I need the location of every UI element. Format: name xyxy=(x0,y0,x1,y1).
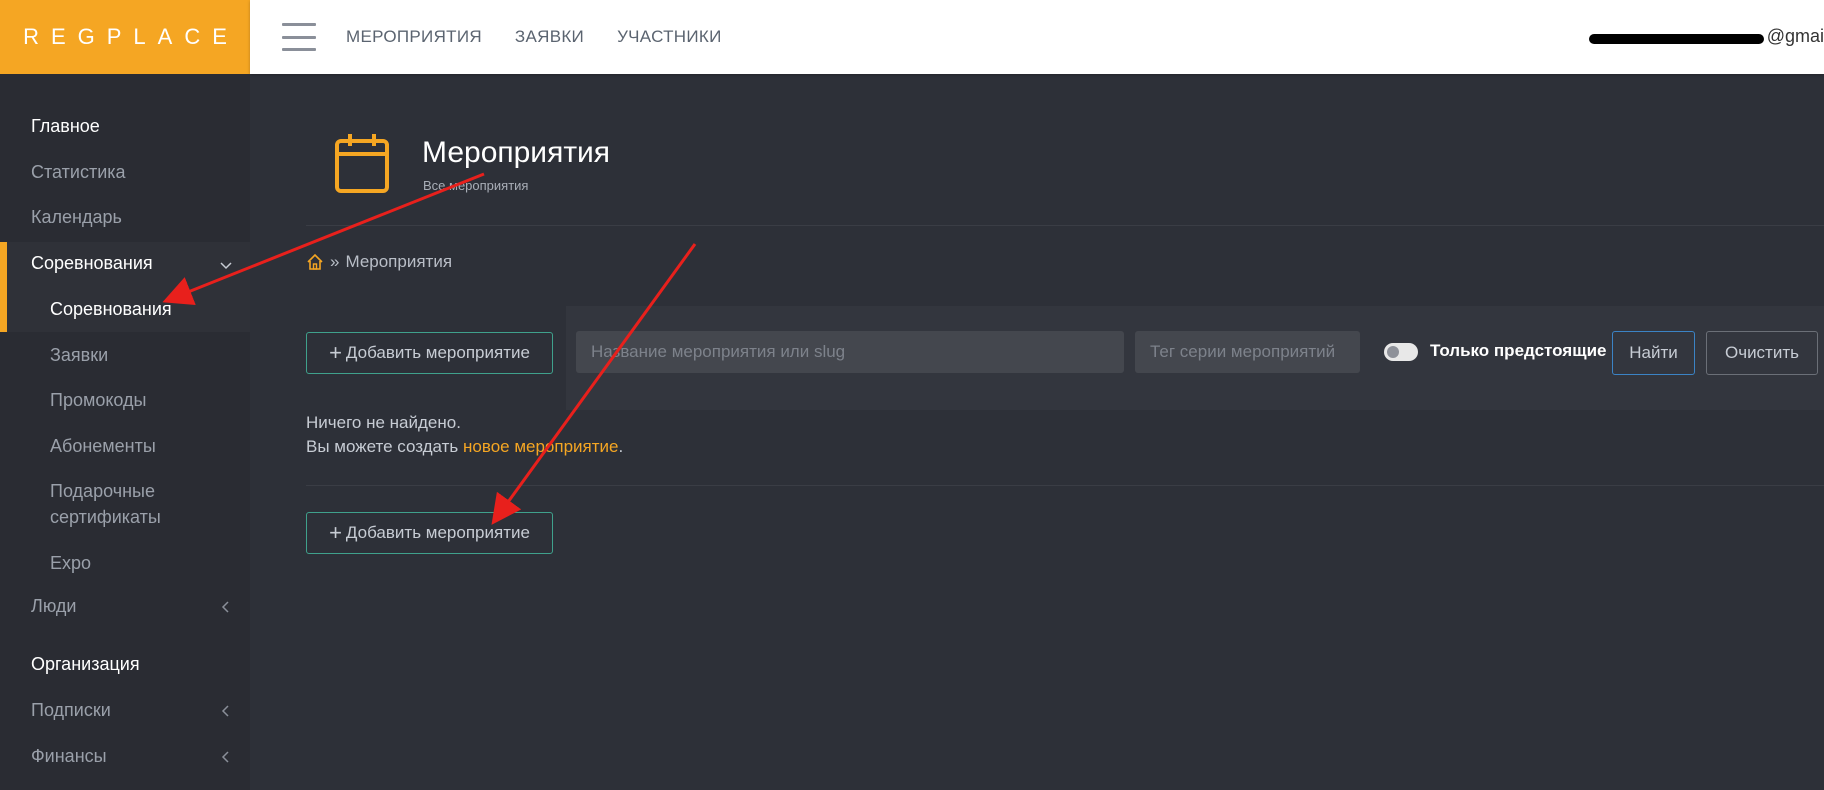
sidebar-item-competitions-label: Соревнования xyxy=(31,253,153,273)
topnav-participants[interactable]: УЧАСТНИКИ xyxy=(617,27,722,47)
sidebar-subitem-gift-certificates[interactable]: Подарочные сертификаты xyxy=(50,478,161,530)
top-nav: МЕРОПРИЯТИЯ ЗАЯВКИ УЧАСТНИКИ xyxy=(346,27,755,47)
sidebar-item-people[interactable]: Люди xyxy=(31,596,76,617)
breadcrumb-separator: » xyxy=(330,252,340,271)
breadcrumb: » Мероприятия xyxy=(306,252,452,272)
empty-hint-suffix: . xyxy=(618,437,624,456)
sidebar-item-finance[interactable]: Финансы xyxy=(31,746,107,767)
series-tag-input[interactable]: Тег серии мероприятий xyxy=(1135,331,1360,373)
sidebar-subitem-promocodes[interactable]: Промокоды xyxy=(50,387,146,413)
filter-panel: Название мероприятия или slug Тег серии … xyxy=(566,306,1824,410)
add-event-button[interactable]: + Добавить мероприятие xyxy=(306,332,553,374)
user-email[interactable]: @gmai xyxy=(1567,26,1824,47)
empty-hint-prefix: Вы можете создать xyxy=(306,437,464,456)
sidebar-item-statistics[interactable]: Статистика xyxy=(31,162,126,183)
sidebar-item-calendar[interactable]: Календарь xyxy=(31,207,122,228)
gift-line2: сертификаты xyxy=(50,507,161,527)
event-name-search-input[interactable]: Название мероприятия или slug xyxy=(576,331,1124,373)
divider xyxy=(306,225,1824,226)
topnav-applications[interactable]: ЗАЯВКИ xyxy=(515,27,584,47)
empty-state-message: Ничего не найдено. xyxy=(306,413,461,432)
plus-icon: + xyxy=(329,340,342,365)
chevron-down-icon[interactable] xyxy=(220,260,232,272)
topnav-events[interactable]: МЕРОПРИЯТИЯ xyxy=(346,27,482,47)
find-button[interactable]: Найти xyxy=(1612,331,1695,375)
chevron-left-icon[interactable] xyxy=(220,601,232,613)
gift-line1: Подарочные xyxy=(50,481,155,501)
event-name-placeholder: Название мероприятия или slug xyxy=(591,342,846,361)
breadcrumb-current: Мероприятия xyxy=(345,252,453,271)
logo[interactable]: REGPLACE xyxy=(0,0,250,74)
new-event-link[interactable]: новое мероприятие xyxy=(463,437,618,456)
sidebar-active-indicator xyxy=(0,242,7,332)
chevron-left-icon[interactable] xyxy=(220,705,232,717)
page-subtitle: Все мероприятия xyxy=(423,178,529,193)
logo-text: REGPLACE xyxy=(23,24,239,49)
upcoming-only-toggle[interactable] xyxy=(1384,343,1418,361)
empty-state-hint: Вы можете создать новое мероприятие. xyxy=(306,437,623,457)
sidebar-subitem-competitions[interactable]: Соревнования xyxy=(50,296,172,322)
sidebar-subitem-applications[interactable]: Заявки xyxy=(50,342,108,368)
sidebar-subitem-passes[interactable]: Абонементы xyxy=(50,433,156,459)
clear-button[interactable]: Очистить xyxy=(1706,331,1818,375)
sidebar-item-competitions[interactable]: Соревнования xyxy=(31,253,232,274)
sidebar-section-main: Главное xyxy=(31,116,100,136)
main-content: Мероприятия Все мероприятия » Мероприяти… xyxy=(250,74,1824,790)
upcoming-only-label: Только предстоящие xyxy=(1430,341,1607,360)
plus-icon: + xyxy=(329,520,342,545)
series-tag-placeholder: Тег серии мероприятий xyxy=(1150,342,1336,361)
hamburger-menu-icon[interactable] xyxy=(282,23,316,51)
add-event-button-label: Добавить мероприятие xyxy=(345,523,530,542)
redaction-mask xyxy=(1589,34,1764,44)
sidebar-subitem-expo[interactable]: Expo xyxy=(50,550,91,576)
sidebar: Главное Статистика Календарь Соревновани… xyxy=(0,74,250,790)
sidebar-section-organization: Организация xyxy=(31,654,140,674)
divider xyxy=(306,485,1824,486)
top-bar: МЕРОПРИЯТИЯ ЗАЯВКИ УЧАСТНИКИ @gmai xyxy=(250,0,1824,74)
add-event-button-bottom[interactable]: + Добавить мероприятие xyxy=(306,512,553,554)
add-event-button-label: Добавить мероприятие xyxy=(345,343,530,362)
page-title: Мероприятия xyxy=(422,136,611,169)
chevron-left-icon[interactable] xyxy=(220,751,232,763)
toggle-knob xyxy=(1387,346,1399,358)
sidebar-item-subscriptions[interactable]: Подписки xyxy=(31,700,111,721)
home-icon[interactable] xyxy=(306,253,324,271)
calendar-icon xyxy=(335,134,389,193)
